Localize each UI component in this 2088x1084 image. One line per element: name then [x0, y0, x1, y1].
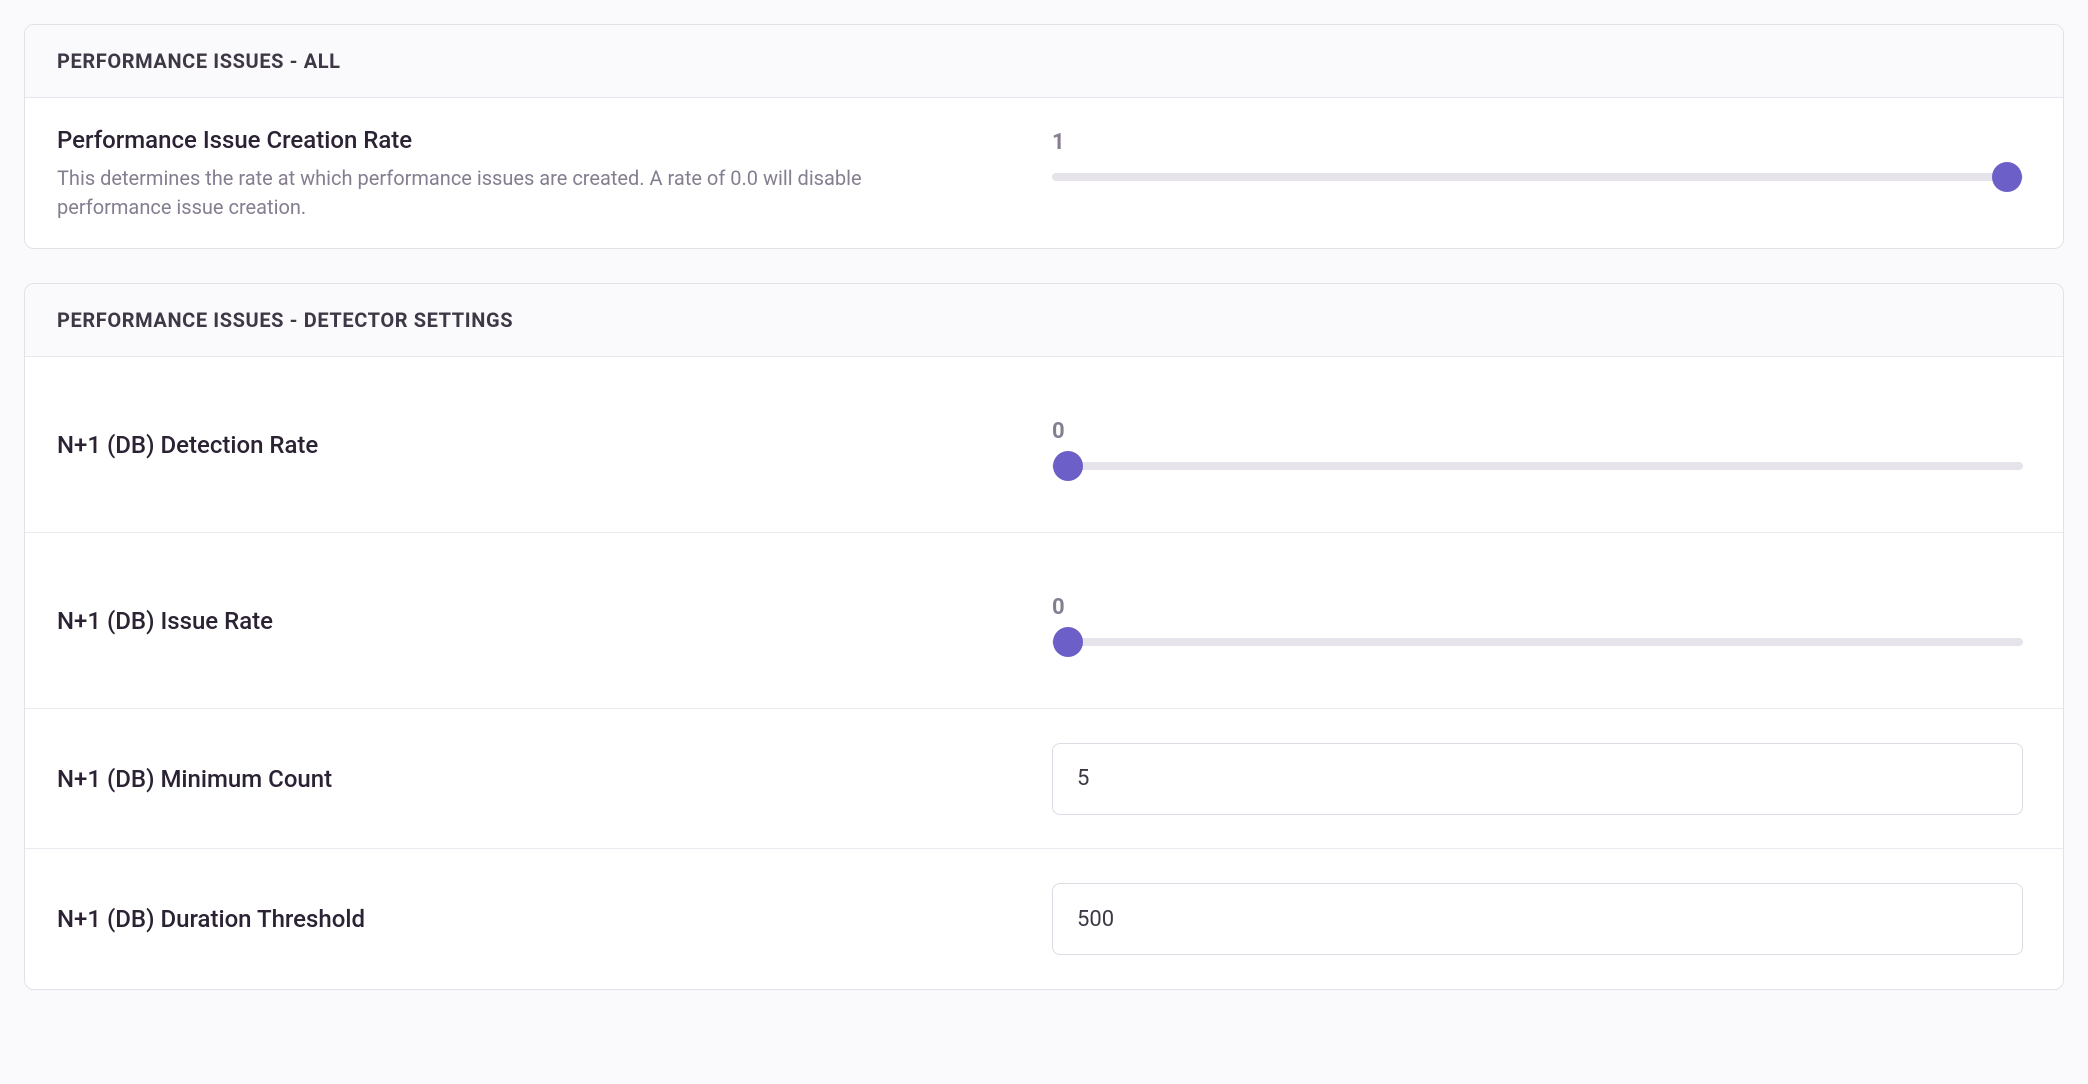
- creation-rate-label: Performance Issue Creation Rate: [57, 124, 1004, 156]
- panel-performance-issues-all: PERFORMANCE ISSUES - ALL Performance Iss…: [24, 24, 2064, 249]
- slider-thumb[interactable]: [1053, 627, 1083, 657]
- issue-rate-slider[interactable]: 0: [1052, 595, 2023, 646]
- duration-threshold-input[interactable]: [1052, 883, 2023, 955]
- slider-thumb[interactable]: [1992, 162, 2022, 192]
- issue-rate-label: N+1 (DB) Issue Rate: [57, 605, 1004, 637]
- panel-all-header: PERFORMANCE ISSUES - ALL: [25, 25, 2063, 98]
- detection-rate-value: 0: [1052, 419, 2023, 444]
- panel-detector-settings: PERFORMANCE ISSUES - DETECTOR SETTINGS N…: [24, 283, 2064, 990]
- row-detection-rate: N+1 (DB) Detection Rate 0: [25, 357, 2063, 533]
- row-creation-rate: Performance Issue Creation Rate This det…: [25, 98, 2063, 248]
- detection-rate-label: N+1 (DB) Detection Rate: [57, 429, 1004, 461]
- slider-thumb[interactable]: [1053, 451, 1083, 481]
- slider-track[interactable]: [1052, 638, 2023, 646]
- slider-track[interactable]: [1052, 462, 2023, 470]
- detection-rate-slider[interactable]: 0: [1052, 419, 2023, 470]
- slider-track[interactable]: [1052, 173, 2023, 181]
- row-duration-threshold: N+1 (DB) Duration Threshold: [25, 849, 2063, 989]
- creation-rate-slider[interactable]: 1: [1052, 130, 2023, 181]
- panel-detector-header: PERFORMANCE ISSUES - DETECTOR SETTINGS: [25, 284, 2063, 357]
- duration-threshold-label: N+1 (DB) Duration Threshold: [57, 903, 1004, 935]
- min-count-label: N+1 (DB) Minimum Count: [57, 763, 1004, 795]
- row-min-count: N+1 (DB) Minimum Count: [25, 709, 2063, 849]
- issue-rate-value: 0: [1052, 595, 2023, 620]
- creation-rate-value: 1: [1052, 130, 2023, 155]
- creation-rate-desc: This determines the rate at which perfor…: [57, 164, 977, 222]
- row-issue-rate: N+1 (DB) Issue Rate 0: [25, 533, 2063, 709]
- min-count-input[interactable]: [1052, 743, 2023, 815]
